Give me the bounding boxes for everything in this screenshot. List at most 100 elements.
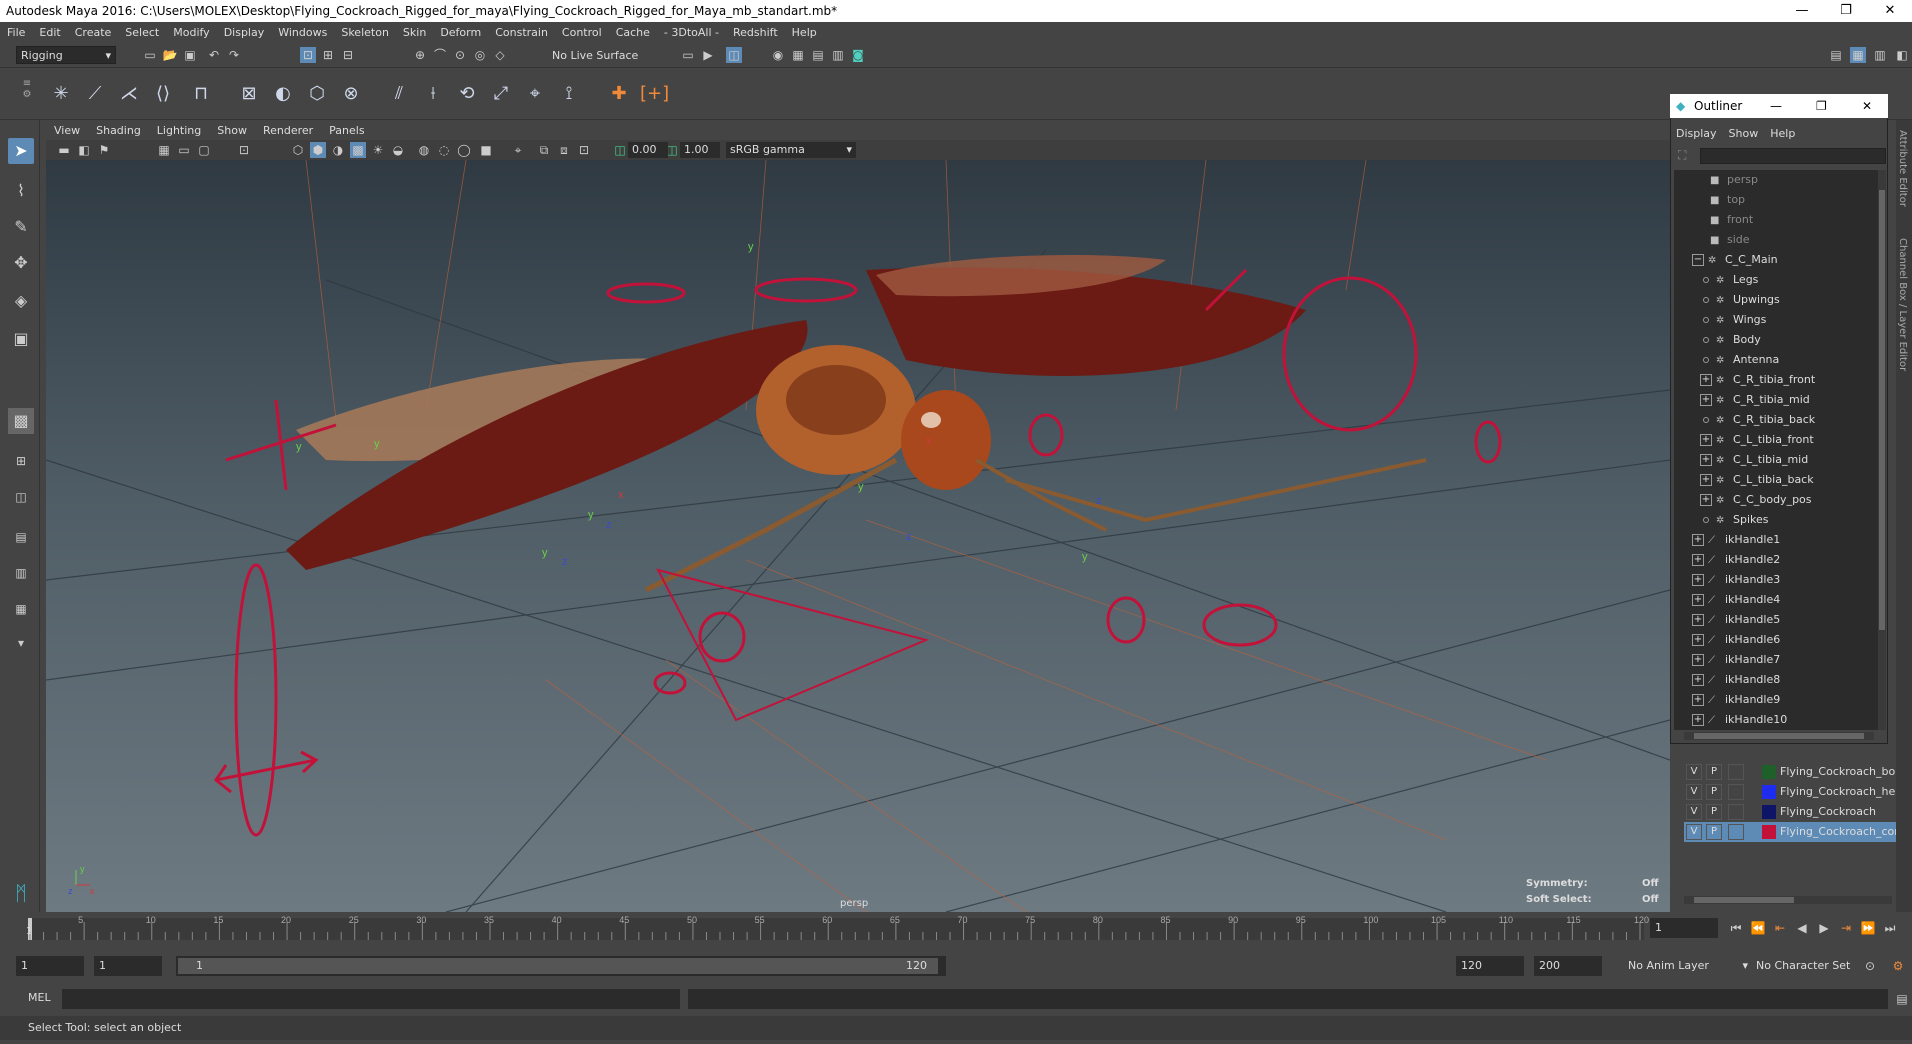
expand-icon[interactable]: + <box>1700 474 1712 486</box>
menu-modify[interactable]: Modify <box>166 22 216 44</box>
motion-blur-icon[interactable]: ◌ <box>436 142 452 158</box>
expand-icon[interactable]: + <box>1692 554 1704 566</box>
scale-tool-icon[interactable]: ▣ <box>8 326 34 352</box>
orient-joint-icon[interactable]: ⟨⟩ <box>150 80 176 108</box>
outliner-item[interactable]: + ⟋ ikHandle8 <box>1674 670 1878 690</box>
outliner-item[interactable]: + ⟋ ikHandle5 <box>1674 610 1878 630</box>
bracket-tool-icon[interactable]: [+] <box>640 80 669 108</box>
camera-select-icon[interactable]: ▬ <box>56 142 72 158</box>
step-back-key-icon[interactable]: ⇤ <box>1772 920 1788 936</box>
wireframe-icon[interactable]: ⬡ <box>290 142 306 158</box>
current-frame-field[interactable]: 1 <box>1650 918 1718 938</box>
paint-select-icon[interactable]: ✎ <box>8 214 34 240</box>
layer-reference-toggle[interactable] <box>1728 784 1744 800</box>
outliner-item[interactable]: + ✲ C_C_body_pos <box>1674 490 1878 510</box>
scale-constraint-icon[interactable]: ⤢ <box>488 80 514 108</box>
resolution-gate-icon[interactable]: ▢ <box>196 142 212 158</box>
rotate-tool-icon[interactable]: ◈ <box>8 288 34 314</box>
input-ops-icon[interactable]: ▭ <box>680 47 696 63</box>
outliner-menu-show[interactable]: Show <box>1723 122 1765 146</box>
side-by-side-layout-icon[interactable]: ◫ <box>8 484 34 510</box>
time-slider[interactable]: 5 10 15 20 25 30 35 40 45 50 55 60 65 70 75 80 85 90 95 100… <box>0 912 1912 948</box>
outliner-item[interactable]: + ✲ C_R_tibia_mid <box>1674 390 1878 410</box>
outliner-item[interactable]: ■ front <box>1674 210 1878 230</box>
mirror-joint-icon[interactable]: ⋌ <box>116 80 142 108</box>
safe-action-icon[interactable]: ⊡ <box>236 142 252 158</box>
outliner-close-button[interactable]: ✕ <box>1862 94 1872 118</box>
expand-icon[interactable]: + <box>1692 574 1704 586</box>
layer-reference-toggle[interactable] <box>1728 764 1744 780</box>
range-slider-track[interactable]: 1 120 <box>176 956 946 976</box>
select-by-object-icon[interactable]: ⊞ <box>320 47 336 63</box>
use-lights-icon[interactable]: ☀ <box>370 142 386 158</box>
menu-control[interactable]: Control <box>555 22 609 44</box>
expand-icon[interactable]: + <box>1692 714 1704 726</box>
outliner-hscrollbar-thumb[interactable] <box>1694 733 1864 739</box>
viewport-menu-renderer[interactable]: Renderer <box>255 122 321 140</box>
save-scene-icon[interactable]: ▣ <box>182 47 198 63</box>
outliner-minimize-button[interactable]: — <box>1770 94 1782 118</box>
outliner-item[interactable]: + ⟋ ikHandle7 <box>1674 650 1878 670</box>
display-layer-row[interactable]: V P Flying_Cockroach_bon <box>1684 762 1896 782</box>
smooth-bind-icon[interactable]: ◐ <box>270 80 296 108</box>
open-scene-icon[interactable]: 📂 <box>162 47 178 63</box>
outliner-item[interactable]: ✲ C_R_tibia_back <box>1674 410 1878 430</box>
outliner-search-input[interactable] <box>1700 148 1886 164</box>
expand-icon[interactable]: + <box>1692 534 1704 546</box>
go-to-start-icon[interactable]: ⏮ <box>1728 920 1744 936</box>
layer-visibility-toggle[interactable]: V <box>1686 764 1702 780</box>
layer-color-swatch[interactable] <box>1762 765 1776 779</box>
expand-icon[interactable]: + <box>1700 434 1712 446</box>
render-view-icon[interactable]: ◙ <box>850 47 866 63</box>
outliner-item[interactable]: + ✲ C_L_tibia_mid <box>1674 450 1878 470</box>
menu-constrain[interactable]: Constrain <box>488 22 555 44</box>
step-back-frame-icon[interactable]: ⏪ <box>1750 920 1766 936</box>
gamma-field[interactable]: 1.00 <box>680 142 720 158</box>
orient-constraint-icon[interactable]: ⟲ <box>454 80 480 108</box>
layer-color-swatch[interactable] <box>1762 785 1776 799</box>
single-perspective-layout-icon[interactable]: ▩ <box>8 408 34 434</box>
outliner-item[interactable]: + ⟋ ikHandle3 <box>1674 570 1878 590</box>
ik-handle-icon[interactable]: ⊓ <box>188 80 214 108</box>
hypershade-icon[interactable]: ▥ <box>830 47 846 63</box>
attribute-editor-tab[interactable]: Attribute Editor <box>1897 130 1908 207</box>
expand-icon[interactable]: + <box>1700 374 1712 386</box>
outliner-scrollbar-thumb[interactable] <box>1879 190 1885 630</box>
isolate-select-icon[interactable]: ⌖ <box>510 142 526 158</box>
script-editor-icon[interactable]: ▤ <box>1894 991 1910 1007</box>
xray-joints-icon[interactable]: ⧈ <box>556 142 572 158</box>
collapse-icon[interactable]: − <box>1692 254 1704 266</box>
cluster-icon[interactable]: ⊗ <box>338 80 364 108</box>
menu-create[interactable]: Create <box>68 22 119 44</box>
play-backwards-icon[interactable]: ◀ <box>1794 920 1810 936</box>
animation-end-field[interactable]: 200 <box>1534 956 1602 976</box>
snap-grid-icon[interactable]: ⊕ <box>412 47 428 63</box>
command-language-label[interactable]: MEL <box>28 991 51 1004</box>
viewport-menu-panels[interactable]: Panels <box>321 122 372 140</box>
snap-curve-icon[interactable]: ⌒ <box>432 47 448 63</box>
layer-color-swatch[interactable] <box>1762 825 1776 839</box>
play-forwards-icon[interactable]: ▶ <box>1816 920 1832 936</box>
anti-aliasing-icon[interactable]: ◯ <box>456 142 472 158</box>
insert-joint-icon[interactable]: ⟋ <box>82 80 108 108</box>
channel-box-toggle-icon[interactable]: ◧ <box>1894 47 1910 63</box>
outliner-item[interactable]: − ✲ C_C_Main <box>1674 250 1878 270</box>
expand-icon[interactable]: + <box>1700 494 1712 506</box>
menu-deform[interactable]: Deform <box>433 22 488 44</box>
layers-hscrollbar-thumb[interactable] <box>1694 897 1794 903</box>
bind-skin-icon[interactable]: ⊠ <box>236 80 262 108</box>
outliner-maximize-button[interactable]: ❐ <box>1816 94 1827 118</box>
outliner-item[interactable]: ✲ Antenna <box>1674 350 1878 370</box>
layer-visibility-toggle[interactable]: V <box>1686 784 1702 800</box>
camera-attributes-icon[interactable]: ◧ <box>76 142 92 158</box>
expand-icon[interactable]: + <box>1692 634 1704 646</box>
outliner-item[interactable]: + ⟋ ikHandle9 <box>1674 690 1878 710</box>
channel-box-tab[interactable]: Channel Box / Layer Editor <box>1897 238 1908 371</box>
time-slider-ruler[interactable]: 5 10 15 20 25 30 35 40 45 50 55 60 65 70 75 80 85 90 95 100… <box>0 912 1912 948</box>
snap-view-icon[interactable]: ◎ <box>472 47 488 63</box>
minimize-button[interactable]: — <box>1780 0 1824 22</box>
tool-settings-icon[interactable]: ▥ <box>1872 47 1888 63</box>
lattice-icon[interactable]: ⬡ <box>304 80 330 108</box>
pole-vector-icon[interactable]: ⟟ <box>556 80 582 108</box>
outliner-menu-display[interactable]: Display <box>1670 122 1723 146</box>
